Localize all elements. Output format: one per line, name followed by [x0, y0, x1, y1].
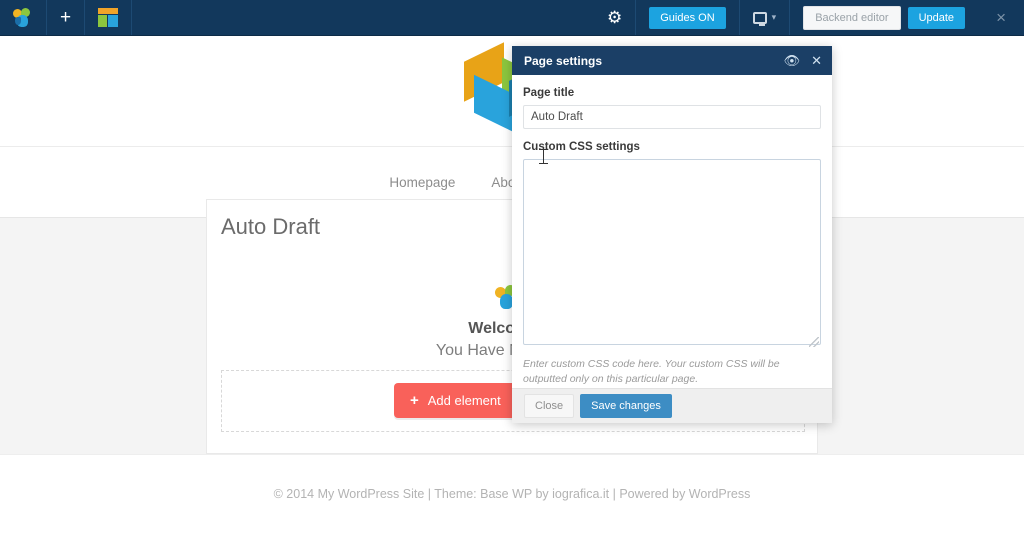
editor-actions: Backend editor Update — [790, 0, 978, 35]
close-button[interactable]: Close — [524, 394, 575, 418]
modal-title: Page settings — [524, 53, 603, 68]
page-title-heading: Auto Draft — [221, 214, 321, 239]
settings-button[interactable]: ⚙ — [594, 0, 637, 35]
plus-icon: + — [60, 7, 72, 28]
add-element-button[interactable]: + Add element — [394, 383, 521, 418]
update-button[interactable]: Update — [907, 6, 966, 29]
backend-editor-button[interactable]: Backend editor — [803, 5, 901, 30]
page-title-input[interactable] — [523, 105, 821, 129]
custom-css-label: Custom CSS settings — [523, 141, 640, 153]
display-mode-button[interactable]: ▾ — [740, 0, 791, 35]
guides-toggle-cell[interactable]: Guides ON — [636, 0, 740, 35]
page-settings-modal: Page settings 👁 ✕ Page title Custom CSS … — [512, 46, 832, 423]
add-element-label: Add element — [427, 393, 501, 408]
admin-toolbar: + ⚙ Guides ON ▾ Backend editor Update × — [0, 0, 1024, 36]
custom-css-field-wrap — [523, 159, 821, 350]
chevron-down-icon: ▾ — [771, 12, 777, 22]
site-logo-button[interactable] — [0, 0, 47, 35]
close-editor-button[interactable]: × — [978, 0, 1024, 35]
layout-grid-icon — [98, 8, 119, 27]
modal-footer: Close Save changes — [512, 388, 832, 423]
page-builder-button[interactable] — [85, 0, 133, 35]
eye-icon[interactable]: 👁 — [784, 54, 801, 67]
plus-icon: + — [410, 392, 419, 409]
nav-item-homepage[interactable]: Homepage — [389, 175, 455, 190]
save-changes-button[interactable]: Save changes — [580, 394, 672, 418]
page-title-label: Page title — [523, 87, 575, 99]
add-new-button[interactable]: + — [47, 0, 86, 35]
close-icon: × — [996, 8, 1006, 27]
cube-logo-icon — [12, 7, 33, 28]
close-icon[interactable]: ✕ — [811, 54, 822, 67]
custom-css-textarea[interactable] — [523, 159, 821, 345]
guides-toggle-button[interactable]: Guides ON — [649, 6, 726, 29]
modal-header: Page settings 👁 ✕ — [512, 46, 832, 75]
footer-credits: © 2014 My WordPress Site | Theme: Base W… — [273, 487, 751, 501]
site-footer: © 2014 My WordPress Site | Theme: Base W… — [0, 454, 1024, 554]
custom-css-help-text: Enter custom CSS code here. Your custom … — [523, 358, 780, 386]
monitor-icon — [752, 11, 767, 26]
gear-icon: ⚙ — [606, 8, 623, 27]
modal-body: Page title Custom CSS settings Enter cus… — [512, 75, 832, 388]
